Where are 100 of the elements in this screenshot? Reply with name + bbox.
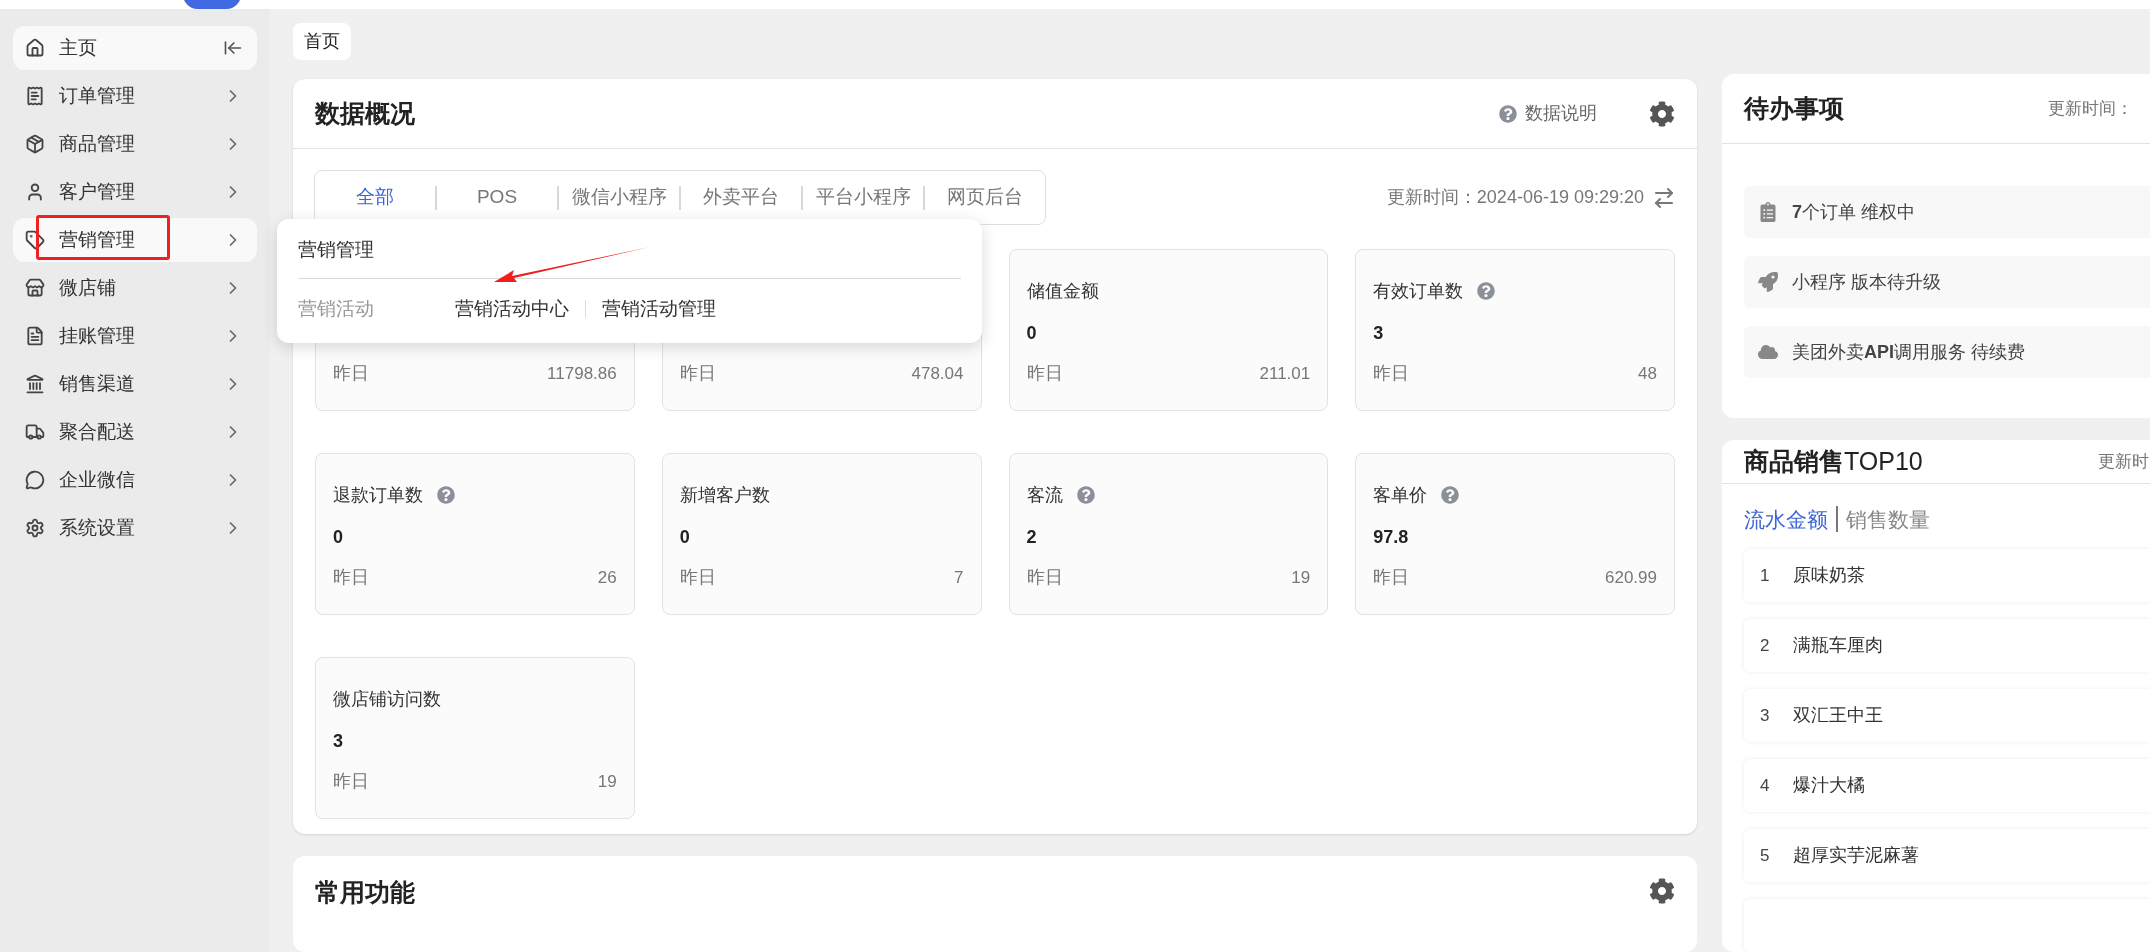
yesterday-label: 昨日 (1026, 362, 1063, 385)
sidebar-item[interactable]: 聚合配送 (13, 410, 257, 454)
sidebar-item[interactable]: 系统设置 (13, 506, 257, 550)
help-icon[interactable] (1477, 282, 1496, 300)
stat-title: 退款订单数 (333, 483, 423, 507)
yesterday-value: 620.99 (1605, 566, 1657, 589)
channel-tab[interactable]: 外卖平台 (681, 171, 801, 224)
yesterday-label: 昨日 (679, 566, 716, 589)
sidebar-item[interactable]: 商品管理 (13, 122, 257, 166)
sidebar-item[interactable]: 微店铺 (13, 266, 257, 310)
sidebar-label: 销售渠道 (59, 371, 135, 396)
sidebar-label: 系统设置 (59, 515, 135, 540)
yesterday-label: 昨日 (679, 362, 716, 385)
todo-text: 美团外卖API调用服务 待续费 (1792, 340, 2026, 364)
ranking-row[interactable]: 4 爆汁大橘 (1744, 759, 2150, 812)
settings-icon[interactable] (1649, 100, 1675, 127)
rank-number: 1 (1760, 564, 1771, 587)
store-icon (25, 278, 45, 298)
todo-item[interactable]: 美团外卖API调用服务 待续费 (1744, 326, 2150, 378)
box-icon (25, 134, 45, 154)
sidebar-label: 微店铺 (59, 275, 116, 300)
stat-value: 97.8 (1373, 527, 1409, 547)
stat-value: 3 (333, 731, 343, 751)
rank-number: 2 (1760, 634, 1771, 657)
yesterday-value: 11798.86 (547, 362, 617, 385)
stat-title: 客流 (1026, 483, 1063, 507)
update-time: 更新时 (2098, 450, 2149, 473)
help-icon[interactable] (1076, 486, 1095, 504)
ranking-tab[interactable]: 流水金额 (1744, 503, 1828, 535)
sidebar-item[interactable]: 客户管理 (13, 170, 257, 214)
sidebar-label: 主页 (59, 35, 97, 60)
ranking-row[interactable]: 5 超厚实芋泥麻薯 (1744, 829, 2150, 882)
sidebar-label: 商品管理 (59, 131, 135, 156)
help-icon (1499, 104, 1517, 123)
breadcrumb-tag[interactable]: 首页 (293, 23, 351, 60)
sidebar-label: 挂账管理 (59, 323, 135, 348)
channel-tab[interactable]: 全部 (315, 171, 435, 224)
yesterday-label: 昨日 (333, 770, 369, 793)
sidebar-label: 客户管理 (59, 179, 135, 204)
update-time: 更新时间： (2048, 97, 2133, 120)
stat-title: 有效订单数 (1373, 279, 1464, 303)
ranking-row[interactable]: 3 双汇王中王 (1744, 689, 2150, 742)
channel-tab[interactable]: POS (437, 171, 557, 224)
section-title: 数据概况 (315, 97, 416, 129)
help-icon[interactable] (1441, 486, 1460, 504)
gear-icon (25, 518, 45, 538)
yesterday-label: 昨日 (1373, 566, 1410, 589)
help-link[interactable]: 数据说明 (1499, 100, 1597, 127)
person-icon (25, 182, 45, 202)
section-title: 常用功能 (315, 876, 416, 908)
flyout-link[interactable]: 营销活动管理 (602, 295, 716, 324)
house-icon (25, 38, 45, 58)
group-label: 营销活动 (298, 297, 375, 321)
update-time: 更新时间：2024-06-19 09:29:20 (1386, 186, 1644, 209)
bank-icon (25, 374, 45, 394)
yesterday-label: 昨日 (1026, 566, 1063, 589)
chat-bubble-icon (25, 470, 45, 490)
yesterday-value: 478.04 (911, 362, 964, 385)
todo-text: 小程序 版本待升级 (1792, 270, 1941, 294)
settings-icon[interactable] (1649, 877, 1675, 904)
sidebar-label: 企业微信 (59, 467, 135, 492)
yesterday-value: 7 (954, 566, 964, 589)
rocket-icon (1758, 272, 1778, 292)
channel-tab[interactable]: 网页后台 (925, 171, 1045, 224)
stat-title: 储值金额 (1026, 279, 1099, 303)
flyout-link[interactable]: 营销活动中心 (455, 295, 569, 324)
truck-icon (25, 422, 45, 442)
collapse-icon[interactable] (223, 38, 243, 58)
product-name: 满瓶车厘肉 (1793, 634, 1883, 657)
cloud-icon (1758, 342, 1778, 362)
sidebar-item[interactable]: 订单管理 (13, 74, 257, 118)
receipt-icon (25, 86, 45, 106)
refresh-icon[interactable] (1652, 185, 1676, 210)
sidebar-item[interactable]: 企业微信 (13, 458, 257, 502)
help-icon[interactable] (437, 486, 455, 504)
channel-tab[interactable]: 平台小程序 (803, 171, 923, 224)
help-link-label: 数据说明 (1525, 102, 1597, 125)
stat-value: 0 (333, 527, 343, 547)
yesterday-value: 26 (597, 566, 617, 589)
todo-text: 7个订单 维权中 (1792, 200, 1916, 224)
rank-number: 4 (1760, 774, 1771, 797)
section-title: 待办事项 (1744, 92, 1845, 124)
yesterday-label: 昨日 (333, 362, 369, 385)
sidebar-item[interactable]: 营销管理 (13, 218, 257, 262)
ranking-row[interactable]: 2 满瓶车厘肉 (1744, 619, 2150, 672)
ranking-row[interactable]: 1 原味奶茶 (1744, 549, 2150, 602)
ranking-tab[interactable]: 销售数量 (1846, 503, 1930, 535)
todo-item[interactable]: 小程序 版本待升级 (1744, 256, 2150, 308)
sidebar-label: 营销管理 (59, 227, 135, 252)
todo-item[interactable]: 7个订单 维权中 (1744, 186, 2150, 238)
sidebar-item[interactable]: 挂账管理 (13, 314, 257, 358)
yesterday-value: 19 (597, 770, 617, 793)
sidebar-label: 聚合配送 (59, 419, 135, 444)
yesterday-value: 19 (1291, 566, 1311, 589)
channel-tab[interactable]: 微信小程序 (559, 171, 679, 224)
flyout-title: 营销管理 (298, 238, 375, 262)
sidebar-item[interactable]: 销售渠道 (13, 362, 257, 406)
product-name: 超厚实芋泥麻薯 (1793, 844, 1919, 867)
stat-value: 0 (679, 527, 690, 547)
sidebar-item[interactable]: 主页 (13, 26, 257, 70)
